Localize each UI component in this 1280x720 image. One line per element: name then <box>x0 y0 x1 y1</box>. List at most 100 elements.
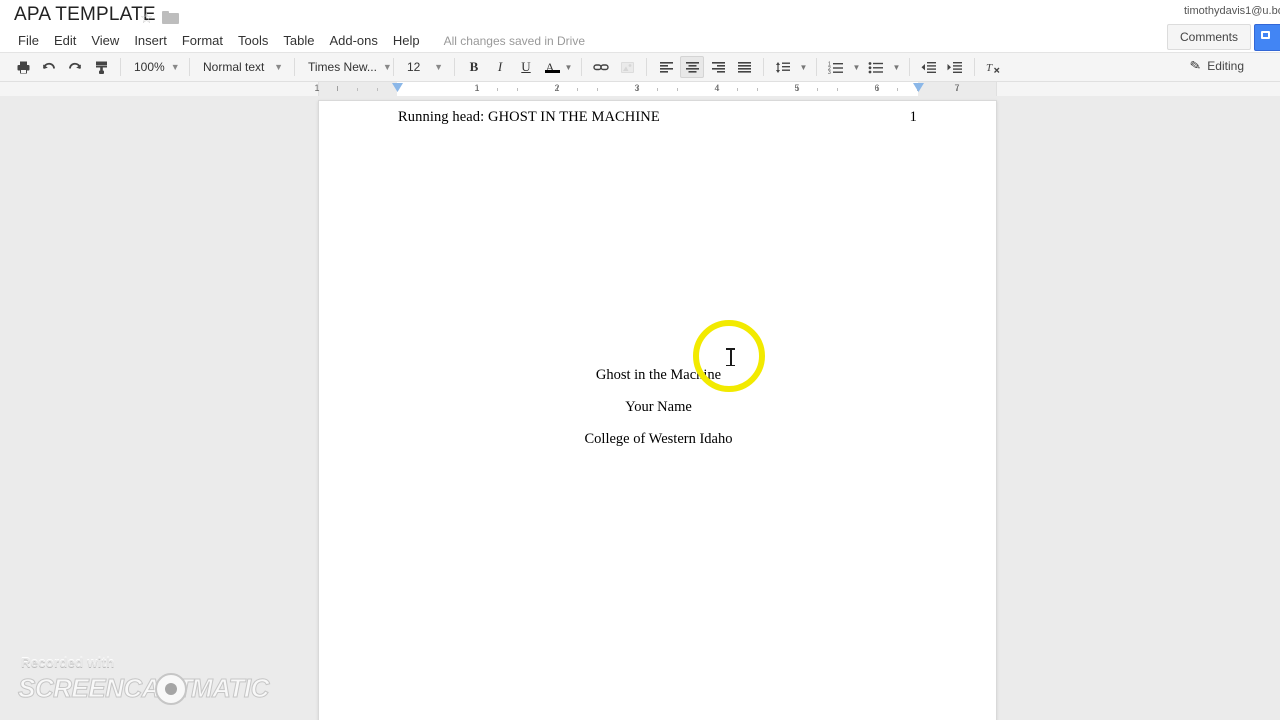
toolbar-separator <box>294 58 295 76</box>
numbered-list-dropdown[interactable]: ▼ <box>850 56 862 78</box>
chevron-down-icon: ▼ <box>382 62 392 72</box>
zoom-value: 100% <box>134 60 165 74</box>
pencil-icon: ✎ <box>1189 57 1203 74</box>
share-button[interactable] <box>1254 24 1280 51</box>
toolbar-separator <box>581 58 582 76</box>
underline-button[interactable]: U <box>514 56 538 78</box>
toolbar-separator <box>974 58 975 76</box>
font-size-select[interactable]: 12 ▼ <box>400 56 448 78</box>
paper-title: Ghost in the Machine <box>595 367 722 383</box>
bold-button[interactable]: B <box>462 56 486 78</box>
zoom-select[interactable]: 100% ▼ <box>127 56 183 78</box>
align-justify-icon[interactable] <box>732 56 756 78</box>
clear-formatting-icon[interactable]: T <box>982 56 1006 78</box>
document-page[interactable]: Running head: GHOST IN THE MACHINE 1 Gho… <box>318 100 997 720</box>
toolbar-separator <box>646 58 647 76</box>
menu-item-table[interactable]: Table <box>276 30 321 51</box>
menu-item-edit[interactable]: Edit <box>47 30 83 51</box>
title-block: Ghost in the Machine Your Name College o… <box>398 359 919 455</box>
ruler-number: 5 <box>794 83 800 93</box>
ruler-number: 4 <box>714 83 720 93</box>
bulleted-list-icon[interactable] <box>864 56 888 78</box>
line-spacing-icon[interactable] <box>771 56 795 78</box>
ruler-left-margin <box>319 82 397 96</box>
document-canvas: Running head: GHOST IN THE MACHINE 1 Gho… <box>0 96 1280 720</box>
toolbar-separator <box>393 58 394 76</box>
chevron-down-icon: ▼ <box>170 62 180 72</box>
numbered-list-icon[interactable]: 1 2 3 <box>824 56 848 78</box>
ruler-number: 1 <box>314 83 320 93</box>
chevron-down-icon: ▼ <box>852 62 861 72</box>
text-color-button[interactable]: A <box>540 56 560 78</box>
chevron-down-icon: ▼ <box>892 62 901 72</box>
account-email[interactable]: timothydavis1@u.boi <box>1184 5 1280 17</box>
chevron-down-icon: ▼ <box>799 62 808 72</box>
menu-item-view[interactable]: View <box>84 30 126 51</box>
chevron-down-icon: ▼ <box>274 62 283 72</box>
toolbar-separator <box>909 58 910 76</box>
running-head-text: Running head: GHOST IN THE MACHINE <box>398 109 660 125</box>
toolbar-separator <box>454 58 455 76</box>
save-status: All changes saved in Drive <box>443 33 586 48</box>
toolbar-separator <box>189 58 190 76</box>
toolbar: 100% ▼ Normal text ▼ Times New... ▼ 12 ▼… <box>0 52 1280 82</box>
link-icon[interactable] <box>589 56 613 78</box>
folder-icon[interactable] <box>162 11 179 24</box>
ruler[interactable]: 1 1 2 3 4 5 6 7 <box>314 82 997 96</box>
menu-item-addons[interactable]: Add-ons <box>322 30 384 51</box>
text-color-swatch <box>545 70 560 73</box>
page-number: 1 <box>909 109 917 125</box>
image-icon[interactable] <box>615 56 639 78</box>
print-icon[interactable] <box>11 56 35 78</box>
menu-item-tools[interactable]: Tools <box>231 30 275 51</box>
paper-author: Your Name <box>625 399 692 415</box>
menu-bar: File Edit View Insert Format Tools Table… <box>11 30 585 51</box>
ruler-number: 7 <box>954 83 960 93</box>
star-icon[interactable]: ☆ <box>139 11 154 26</box>
line-spacing-dropdown[interactable]: ▼ <box>797 56 809 78</box>
lock-icon <box>1261 31 1270 39</box>
ruler-area: 1 1 2 3 4 5 6 7 <box>0 82 1280 96</box>
ruler-number: 1 <box>474 83 480 93</box>
comments-button[interactable]: Comments <box>1166 24 1251 50</box>
increase-indent-icon[interactable] <box>943 56 967 78</box>
font-size-value: 12 <box>407 60 421 74</box>
chevron-down-icon: ▼ <box>564 62 573 72</box>
undo-icon[interactable] <box>37 56 61 78</box>
menu-item-insert[interactable]: Insert <box>127 30 174 51</box>
menu-item-file[interactable]: File <box>11 30 46 51</box>
redo-icon[interactable] <box>63 56 87 78</box>
italic-button[interactable]: I <box>488 56 512 78</box>
menu-item-format[interactable]: Format <box>175 30 230 51</box>
underline-label: U <box>521 59 531 74</box>
bold-label: B <box>469 59 479 74</box>
chevron-down-icon: ▼ <box>434 62 443 72</box>
toolbar-separator <box>120 58 121 76</box>
paint-format-icon[interactable] <box>89 56 113 78</box>
toolbar-separator <box>763 58 764 76</box>
align-center-icon[interactable] <box>680 56 704 78</box>
svg-text:T: T <box>986 62 993 74</box>
page-content[interactable]: Running head: GHOST IN THE MACHINE 1 Gho… <box>398 109 919 455</box>
text-color-dropdown[interactable]: ▼ <box>562 56 574 78</box>
italic-label: I <box>497 59 503 74</box>
decrease-indent-icon[interactable] <box>917 56 941 78</box>
align-right-icon[interactable] <box>706 56 730 78</box>
ruler-number: 6 <box>874 83 880 93</box>
menu-item-help[interactable]: Help <box>386 30 427 51</box>
paragraph-style-value: Normal text <box>203 60 265 74</box>
ruler-number: 2 <box>554 83 560 93</box>
editing-mode-label: Editing <box>1207 59 1244 73</box>
paragraph-style-select[interactable]: Normal text ▼ <box>196 56 288 78</box>
paper-institution: College of Western Idaho <box>584 431 733 447</box>
font-family-select[interactable]: Times New... ▼ <box>301 56 392 78</box>
ruler-number: 3 <box>634 83 640 93</box>
font-family-value: Times New... <box>308 60 377 74</box>
running-head-row: Running head: GHOST IN THE MACHINE 1 <box>398 109 919 126</box>
document-title[interactable]: APA TEMPLATE <box>14 4 156 26</box>
top-bar: APA TEMPLATE ☆ File Edit View Insert For… <box>0 0 1280 52</box>
svg-text:3: 3 <box>828 70 831 74</box>
align-left-icon[interactable] <box>654 56 678 78</box>
editing-mode-indicator[interactable]: ✎ Editing <box>1189 57 1244 74</box>
bulleted-list-dropdown[interactable]: ▼ <box>890 56 902 78</box>
